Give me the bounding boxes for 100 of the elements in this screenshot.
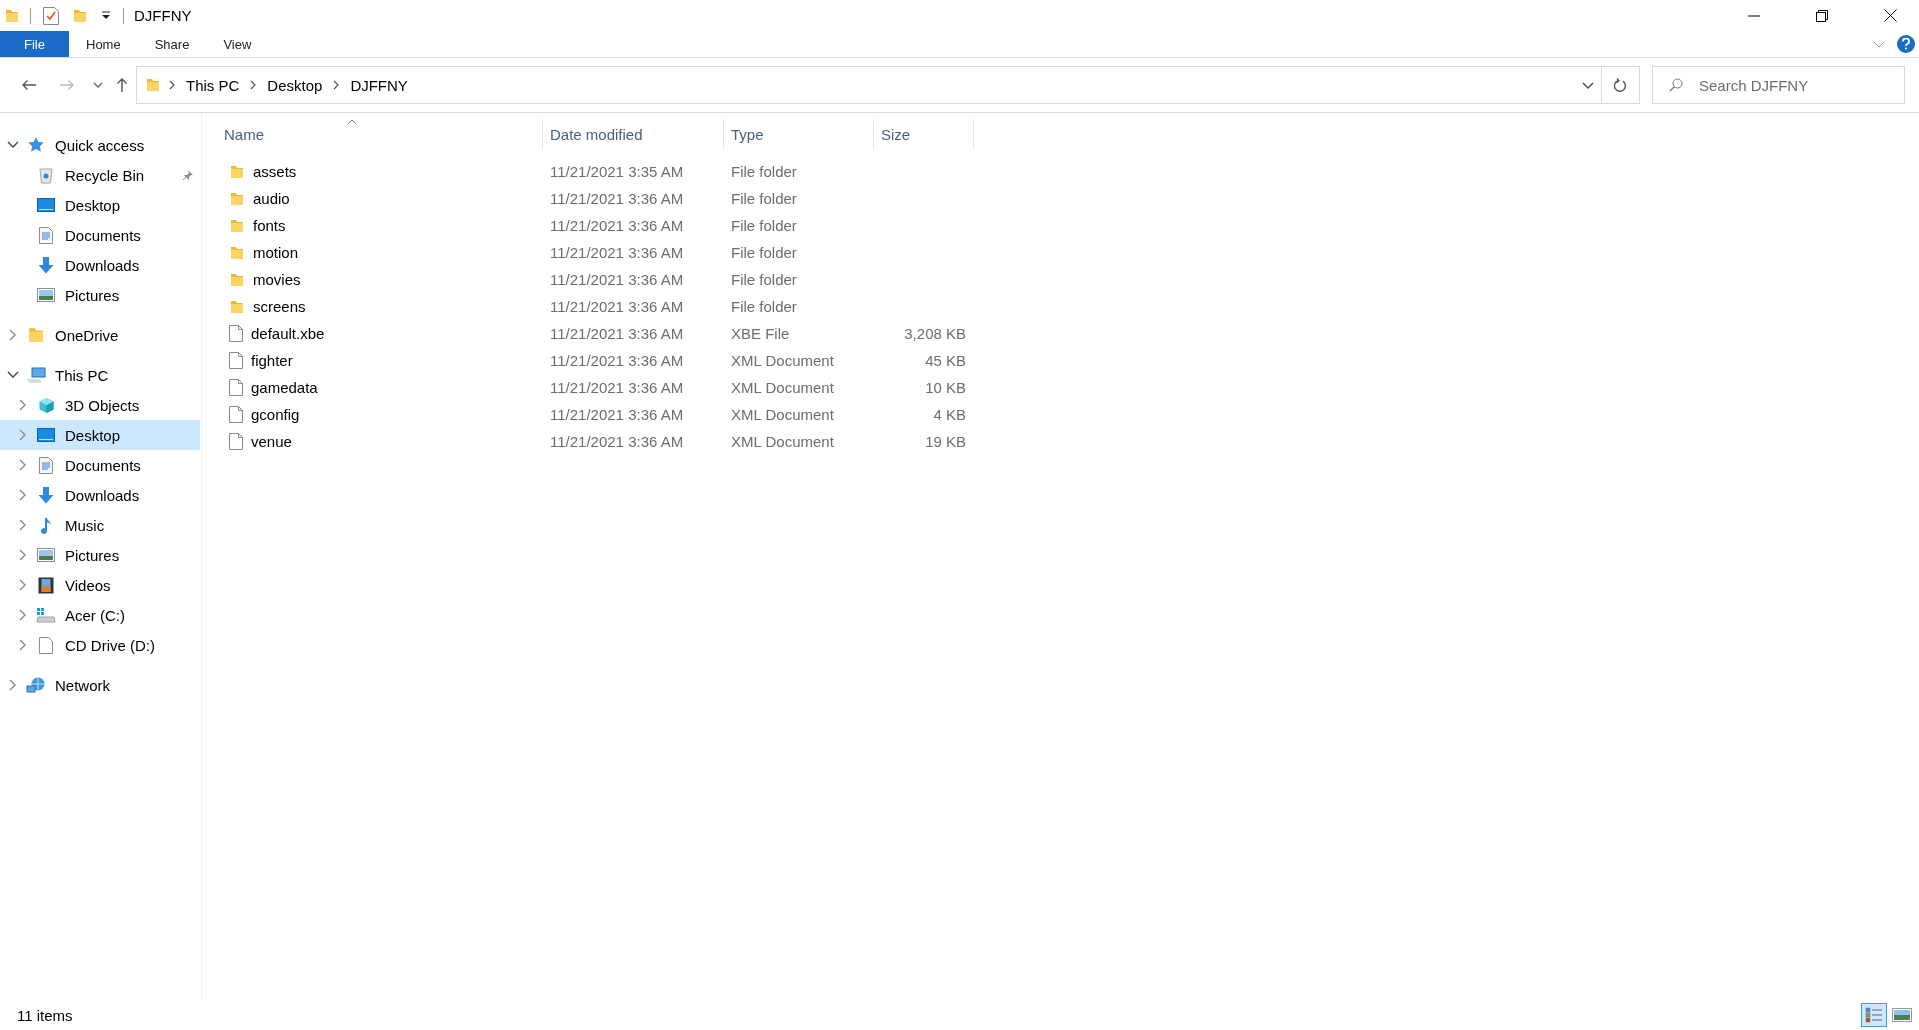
file-icon — [229, 352, 243, 369]
file-name[interactable]: gamedata — [217, 374, 543, 401]
folder-icon — [229, 244, 245, 261]
sidebar-item[interactable]: OneDrive — [0, 320, 200, 350]
size-cell-text: 4 KB — [932, 405, 967, 425]
sidebar-item[interactable]: Recycle Bin — [0, 160, 200, 190]
chevron-right-icon — [333, 80, 340, 90]
sidebar-item[interactable]: Documents — [0, 220, 200, 250]
sidebar-item[interactable]: Network — [0, 670, 200, 700]
music-note-icon — [40, 516, 52, 534]
sidebar-item[interactable]: Quick access — [0, 130, 200, 160]
list-icon — [1865, 1007, 1883, 1023]
date-cell-text: 11/21/2021 3:36 AM — [549, 378, 685, 398]
file-name[interactable]: gconfig — [217, 401, 543, 428]
sidebar-item[interactable]: Pictures — [0, 280, 200, 310]
file-name[interactable]: movies — [217, 266, 543, 293]
chevron-right-icon — [19, 519, 27, 531]
chevron-right-icon — [19, 609, 27, 621]
size-cell-text: 10 KB — [924, 378, 967, 398]
search-field[interactable]: Search DJFFNY — [1652, 66, 1905, 104]
breadcrumb[interactable]: This PC — [183, 76, 243, 94]
sidebar-item[interactable]: Desktop — [0, 190, 200, 220]
chevron-right-icon — [250, 80, 257, 90]
file-name[interactable]: screens — [217, 293, 543, 320]
column-header[interactable]: Size — [874, 119, 974, 149]
sidebar-item[interactable]: This PC — [0, 360, 200, 390]
chevron-right-icon — [19, 429, 27, 441]
desktop-icon — [37, 428, 55, 442]
date-cell-text: 11/21/2021 3:36 AM — [549, 405, 685, 425]
down-arrow-icon — [38, 256, 54, 274]
up-arrow-icon — [116, 77, 128, 93]
sidebar-item[interactable]: Downloads — [0, 480, 200, 510]
sidebar-item[interactable]: Downloads — [0, 250, 200, 280]
sidebar-item[interactable]: 3D Objects — [0, 390, 200, 420]
ribbon-tab[interactable]: View — [206, 31, 269, 57]
type-cell-text: XML Document — [730, 351, 835, 371]
caret-icon — [101, 11, 111, 20]
file-name[interactable]: fighter — [217, 347, 543, 374]
file-icon — [229, 406, 243, 423]
chevron-right-icon — [19, 549, 27, 561]
breadcrumb[interactable]: DJFFNY — [347, 76, 411, 94]
down-arrow-icon — [38, 486, 54, 504]
sidebar-item[interactable]: Desktop — [0, 420, 200, 450]
sidebar-item[interactable]: Documents — [0, 450, 200, 480]
chevron-right-icon — [9, 679, 17, 691]
size-cell-text: 3,208 KB — [903, 324, 967, 344]
date-cell-text: 11/21/2021 3:36 AM — [549, 243, 685, 263]
file-name[interactable]: audio — [217, 185, 543, 212]
chevron-down-icon — [93, 82, 103, 88]
type-cell-text: File folder — [730, 189, 798, 209]
column-header[interactable]: Type — [724, 119, 874, 149]
sidebar-item[interactable]: Pictures — [0, 540, 200, 570]
ribbon-tab[interactable]: File — [0, 31, 69, 57]
refresh-icon — [1613, 77, 1628, 93]
sidebar-item[interactable]: CD Drive (D:) — [0, 630, 200, 660]
ribbon-tab[interactable]: Share — [137, 31, 207, 57]
help-button[interactable] — [1897, 35, 1915, 53]
close-icon — [1883, 9, 1897, 22]
address-bar[interactable]: This PC Desktop DJFFNY — [136, 66, 1602, 104]
details-view-button[interactable] — [1861, 1003, 1887, 1027]
column-header[interactable]: Name — [217, 119, 543, 149]
item-count: 11 items — [17, 1006, 73, 1024]
folder-icon — [4, 7, 20, 24]
type-cell-text: XML Document — [730, 378, 835, 398]
folder-icon — [229, 190, 245, 207]
type-cell-text: File folder — [730, 162, 798, 182]
date-cell-text: 11/21/2021 3:36 AM — [549, 351, 685, 371]
left-arrow-icon — [21, 79, 37, 91]
checkmark-page-icon — [43, 6, 59, 25]
file-name[interactable]: motion — [217, 239, 543, 266]
chevron-down-icon — [1873, 40, 1885, 48]
document-icon — [39, 456, 53, 474]
file-icon — [39, 636, 53, 654]
chevron-right-icon — [19, 489, 27, 501]
sidebar-item[interactable]: Music — [0, 510, 200, 540]
file-name[interactable]: fonts — [217, 212, 543, 239]
file-name[interactable]: venue — [217, 428, 543, 455]
file-name[interactable]: default.xbe — [217, 320, 543, 347]
chevron-down-icon — [7, 371, 19, 379]
type-cell-text: File folder — [730, 270, 798, 290]
breadcrumb[interactable]: Desktop — [264, 76, 326, 94]
folder-icon — [72, 7, 88, 24]
ribbon-tab[interactable]: Home — [69, 31, 138, 57]
search-icon — [1669, 78, 1683, 92]
folder-icon — [229, 271, 245, 288]
sidebar-item[interactable]: Videos — [0, 570, 200, 600]
right-arrow-icon — [59, 79, 75, 91]
file-icon — [229, 379, 243, 396]
document-icon — [39, 226, 53, 244]
sidebar-item[interactable]: Acer (C:) — [0, 600, 200, 630]
size-cell-text: 45 KB — [924, 351, 967, 371]
folder-icon — [229, 163, 245, 180]
file-name[interactable]: assets — [217, 158, 543, 185]
refresh-button[interactable] — [1602, 66, 1640, 104]
window-title: DJFFNY — [134, 7, 192, 24]
date-cell-text: 11/21/2021 3:36 AM — [549, 432, 685, 452]
type-cell-text: XBE File — [730, 324, 791, 344]
computer-icon — [26, 366, 46, 384]
column-header[interactable]: Date modified — [543, 119, 724, 149]
date-cell-text: 11/21/2021 3:36 AM — [549, 270, 685, 290]
